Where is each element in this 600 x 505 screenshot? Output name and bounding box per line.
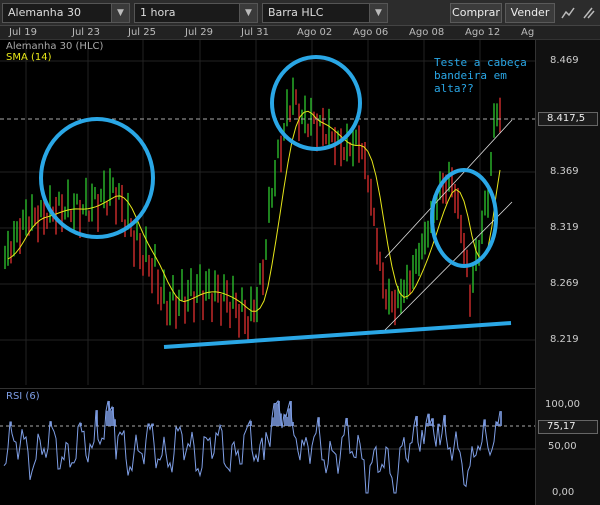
rsi-value-box: 75,17 [538, 420, 598, 434]
date-label: Jul 19 [9, 27, 37, 38]
instrument-value: Alemanha 30 [8, 6, 81, 19]
chevron-down-icon[interactable]: ▼ [111, 4, 129, 22]
price-chart-panel[interactable]: Alemanha 30 (HLC) SMA (14) Teste a cabeç… [0, 40, 535, 385]
rsi-legend: RSI (6) [6, 391, 40, 402]
timeframe-dropdown[interactable]: 1 hora ▼ [134, 3, 258, 23]
date-label: Jul 23 [72, 27, 100, 38]
date-label: Ago 08 [409, 27, 445, 38]
date-label: Jul 25 [128, 27, 156, 38]
date-label: Ago 12 [465, 27, 501, 38]
date-axis: Jul 19 Jul 23 Jul 25 Jul 29 Jul 31 Ago 0… [0, 26, 600, 40]
buy-button[interactable]: Comprar [450, 3, 502, 23]
draw-tools-icon[interactable] [558, 3, 578, 23]
price-tick: 8.319 [550, 222, 579, 233]
chevron-down-icon[interactable]: ▼ [239, 4, 257, 22]
series-legend: Alemanha 30 (HLC) [6, 41, 104, 52]
date-label: Jul 31 [241, 27, 269, 38]
rsi-fill-area [10, 401, 502, 426]
support-trendline [163, 321, 512, 349]
rsi-tick: 0,00 [552, 487, 575, 498]
chart-type-dropdown[interactable]: Barra HLC ▼ [262, 3, 388, 23]
annotation-line-2: bandeira em alta?? [434, 69, 507, 95]
sell-button[interactable]: Vender [505, 3, 555, 23]
rsi-tick: 100,00 [545, 399, 580, 410]
rsi-panel[interactable]: RSI (6) [0, 388, 535, 505]
price-tick: 8.469 [550, 55, 579, 66]
price-axis[interactable]: 8.469 8.417,5 8.369 8.319 8.269 8.219 10… [535, 40, 600, 505]
rsi-line [3, 399, 501, 494]
sma-line [7, 110, 501, 312]
price-tick: 8.269 [550, 278, 579, 289]
annotation-line-1: Teste a cabeça [434, 56, 527, 69]
date-label: Ago 06 [353, 27, 389, 38]
current-price-box: 8.417,5 [538, 112, 598, 126]
chevron-down-icon[interactable]: ▼ [369, 4, 387, 22]
price-tick: 8.219 [550, 334, 579, 345]
settings-icon[interactable] [578, 3, 598, 23]
annotation-text: Teste a cabeça bandeira em alta?? [434, 56, 535, 95]
price-tick: 8.369 [550, 166, 579, 177]
chart-type-value: Barra HLC [268, 6, 324, 19]
date-label: Jul 29 [185, 27, 213, 38]
date-label: Ago 02 [297, 27, 333, 38]
left-shoulder-circle [39, 117, 155, 239]
date-label: Ag [521, 27, 535, 38]
toolbar: Alemanha 30 ▼ 1 hora ▼ Barra HLC ▼ Compr… [0, 0, 600, 26]
instrument-dropdown[interactable]: Alemanha 30 ▼ [2, 3, 130, 23]
sma-legend: SMA (14) [6, 52, 52, 63]
timeframe-value: 1 hora [140, 6, 176, 19]
rsi-chart [0, 399, 535, 494]
channel-lower-line [384, 201, 513, 331]
rsi-tick: 50,00 [548, 441, 577, 452]
head-circle [270, 55, 362, 151]
